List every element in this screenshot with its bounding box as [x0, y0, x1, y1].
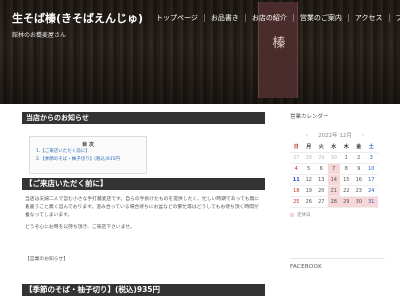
- calendar-day: 25: [290, 197, 303, 208]
- calendar-grid: 日 月 火 水 木 金 土 27 28 29 30 1 2 3 4 5 6 7 …: [290, 142, 380, 208]
- calendar-prev-icon[interactable]: ‹: [306, 132, 308, 139]
- calendar-day: 20: [315, 186, 328, 197]
- calendar-day: 17: [365, 175, 378, 186]
- calendar-day-holiday: 29: [340, 197, 353, 208]
- calendar-day: 26: [302, 197, 315, 208]
- calendar-day: 29: [315, 153, 328, 164]
- calendar-day: 27: [290, 153, 303, 164]
- calendar-day-holiday: 21: [327, 186, 340, 197]
- main-content: 当店からのお知らせ 目 次 1.【ご来店いただく前に】 2.【季節のそば・柚子切…: [22, 112, 265, 300]
- weekday-wed: 水: [327, 142, 340, 153]
- site-description: 館林のお蕎麦屋さん: [12, 32, 67, 39]
- weekday-fri: 金: [352, 142, 365, 153]
- business-calendar: ‹ 2022年 12月 › 日 月 火 水 木 金 土 27 28 29 30 …: [290, 130, 380, 218]
- calendar-legend: 定休日: [290, 212, 380, 218]
- calendar-header: ‹ 2022年 12月 ›: [290, 130, 380, 140]
- business-notice-label: 【営業のお知らせ】: [25, 257, 69, 262]
- calendar-day: 24: [365, 186, 378, 197]
- calendar-day-holiday: 31: [365, 197, 378, 208]
- sidebar: 営業カレンダー ‹ 2022年 12月 › 日 月 火 水 木 金 土 27 2…: [290, 112, 385, 270]
- calendar-day: 12: [302, 175, 315, 186]
- calendar-month: 2022年 12月: [318, 133, 352, 139]
- facebook-title: FACEBOOK: [290, 264, 322, 270]
- calendar-day: 22: [340, 186, 353, 197]
- header-hero: 榛 生そば榛(きそばえんじゅ) 館林のお蕎麦屋さん トップページ お品書き お店…: [0, 0, 400, 104]
- toc-item-2[interactable]: 2.【季節のそば・柚子切り】(税込)935円: [30, 156, 146, 164]
- paragraph-line: どうぞ心にお時を以持ち頂き、ご来店下さいませ。: [25, 225, 135, 230]
- divider: [290, 258, 385, 259]
- calendar-day: 10: [365, 164, 378, 175]
- weekday-tue: 火: [315, 142, 328, 153]
- calendar-day: 15: [340, 175, 353, 186]
- paragraph-line: くなってしまいます。: [25, 213, 73, 218]
- calendar-day: 8: [340, 164, 353, 175]
- calendar-day-holiday: 30: [352, 197, 365, 208]
- calendar-day: 2: [352, 153, 365, 164]
- nav-item-hours[interactable]: 営業のご案内: [292, 14, 348, 22]
- weekday-mon: 月: [302, 142, 315, 153]
- weekday-thu: 木: [340, 142, 353, 153]
- calendar-day: 6: [315, 164, 328, 175]
- calendar-title: 営業カレンダー: [290, 114, 329, 120]
- calendar-day-holiday: 7: [327, 164, 340, 175]
- toc-item-1[interactable]: 1.【ご来店いただく前に】: [30, 148, 146, 156]
- calendar-day: 23: [352, 186, 365, 197]
- toc-heading: 目 次: [82, 142, 94, 148]
- nav-item-access[interactable]: アクセス: [347, 14, 389, 22]
- calendar-day: 16: [352, 175, 365, 186]
- nav-item-blog[interactable]: ブログ: [388, 14, 400, 22]
- nav-item-top[interactable]: トップページ: [150, 14, 204, 22]
- calendar-day: 3: [365, 153, 378, 164]
- nav-item-about[interactable]: お店の紹介: [244, 14, 293, 22]
- calendar-day-holiday: 28: [327, 197, 340, 208]
- calendar-day: 28: [302, 153, 315, 164]
- holiday-legend-label: 定休日: [297, 213, 311, 218]
- calendar-day: 13: [315, 175, 328, 186]
- calendar-day: 30: [327, 153, 340, 164]
- main-nav: トップページ お品書き お店の紹介 営業のご案内 アクセス ブログ: [150, 14, 400, 22]
- calendar-day: 4: [290, 164, 303, 175]
- calendar-day: 9: [352, 164, 365, 175]
- calendar-day: 19: [302, 186, 315, 197]
- weekday-sun: 日: [290, 142, 303, 153]
- calendar-day: 27: [315, 197, 328, 208]
- calendar-day-today: 11: [290, 175, 303, 186]
- calendar-next-icon[interactable]: ›: [362, 132, 364, 139]
- calendar-day-holiday: 14: [327, 175, 340, 186]
- calendar-day: 18: [290, 186, 303, 197]
- calendar-day: 5: [302, 164, 315, 175]
- weekday-sat: 土: [365, 142, 378, 153]
- page-title: 当店からのお知らせ: [22, 112, 265, 124]
- nav-item-menu[interactable]: お品書き: [203, 14, 245, 22]
- table-of-contents: 目 次 1.【ご来店いただく前に】 2.【季節のそば・柚子切り】(税込)935円: [29, 136, 147, 174]
- site-title[interactable]: 生そば榛(きそばえんじゅ): [12, 10, 143, 26]
- section-heading-before-visit: 【ご来店いただく前に】: [22, 178, 265, 190]
- holiday-swatch: [290, 213, 294, 217]
- section-heading-seasonal-soba: 【季節のそば・柚子切り】(税込)935円: [22, 284, 265, 296]
- noren-mark: 榛: [272, 36, 286, 51]
- calendar-day: 1: [340, 153, 353, 164]
